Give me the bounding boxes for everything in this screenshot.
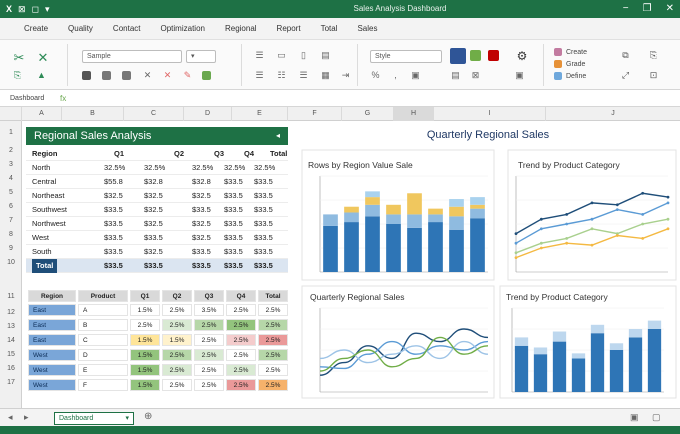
- category-bar-chart-bar: [514, 345, 529, 392]
- trend-chart-point: [539, 217, 543, 221]
- region-value-chart-bar: [407, 227, 422, 272]
- trend-chart-series-line: [515, 228, 669, 259]
- trend-chart-point: [666, 201, 670, 205]
- quarterly-sales-chart-series-line: [319, 336, 489, 372]
- trend-chart-point: [539, 241, 543, 245]
- region-value-chart-bar: [323, 225, 338, 272]
- trend-chart-point: [641, 237, 645, 240]
- trend-chart-point: [615, 234, 619, 237]
- trend-chart-point: [539, 227, 543, 231]
- trend-chart-point: [615, 203, 619, 207]
- trend-chart-point: [666, 195, 670, 199]
- region-value-chart-bar: [386, 204, 401, 215]
- sheet-tab-label: Dashboard: [59, 415, 94, 422]
- trend-chart-point: [514, 251, 518, 255]
- region-value-chart-bar: [449, 216, 464, 230]
- chart-card-frame: [507, 149, 677, 281]
- region-value-chart-bar: [428, 222, 443, 272]
- region-value-chart-bar: [344, 222, 359, 272]
- region-value-chart-bar: [449, 199, 464, 207]
- spreadsheet-app: X ⊠ ◻ ▾ Sales Analysis Dashboard − ❐ ✕ C…: [0, 0, 680, 434]
- next-sheet-icon[interactable]: ▸: [24, 412, 29, 423]
- category-bar-chart-bar: [590, 324, 605, 334]
- category-bar-chart-bar: [628, 337, 643, 392]
- region-value-chart-bar: [386, 214, 401, 224]
- trend-chart-point: [565, 213, 569, 216]
- category-bar-chart-bar: [609, 343, 624, 350]
- trend-chart-point: [565, 237, 569, 240]
- category-bar-chart-bar: [647, 320, 662, 329]
- category-bar-chart-bar: [590, 333, 605, 392]
- category-bar-chart-bar: [571, 358, 586, 392]
- region-value-chart-bar: [428, 208, 443, 215]
- trend-chart-point: [514, 241, 518, 245]
- trend-chart-point: [514, 256, 518, 259]
- status-bar: [0, 426, 680, 434]
- chevron-down-icon: ▾: [125, 415, 129, 422]
- region-value-chart-bar: [470, 218, 485, 272]
- add-sheet-icon[interactable]: ⊕: [144, 411, 152, 422]
- prev-sheet-icon[interactable]: ◂: [8, 412, 13, 423]
- region-value-chart-bar: [344, 212, 359, 223]
- region-value-chart-bar: [470, 197, 485, 205]
- category-bar-chart-bar: [552, 331, 567, 342]
- region-value-chart-bar: [470, 208, 485, 219]
- region-value-chart-bar: [323, 214, 338, 226]
- trend-chart-point: [641, 213, 645, 216]
- trend-chart-point: [666, 217, 670, 221]
- region-value-chart-bar: [386, 224, 401, 272]
- trend-chart-point: [590, 201, 594, 205]
- region-value-chart-bar: [365, 197, 380, 205]
- region-value-chart-bar: [449, 206, 464, 217]
- sheet-tab-dashboard[interactable]: Dashboard ▾: [54, 412, 134, 425]
- category-bar-chart-bar: [533, 354, 548, 392]
- trend-chart-point: [539, 246, 543, 250]
- trend-chart-point: [565, 241, 569, 245]
- region-value-chart-bar: [407, 214, 422, 228]
- category-bar-chart-bar: [628, 329, 643, 338]
- trend-chart-point: [666, 227, 670, 231]
- region-value-chart-bar: [428, 214, 443, 223]
- region-value-chart-bar: [407, 193, 422, 215]
- category-bar-chart-bar: [533, 347, 548, 355]
- trend-chart-point: [565, 222, 569, 226]
- dashboard-charts: [301, 149, 677, 399]
- category-bar-chart-bar: [552, 341, 567, 392]
- trend-chart-point: [590, 227, 594, 231]
- trend-chart-point: [514, 232, 518, 236]
- trend-chart-point: [590, 243, 594, 247]
- region-value-chart-bar: [470, 204, 485, 209]
- category-bar-chart-bar: [609, 350, 624, 392]
- trend-chart-point: [590, 217, 594, 221]
- view-normal-icon[interactable]: ▣: [630, 412, 639, 423]
- region-value-chart-bar: [344, 206, 359, 213]
- category-bar-chart-bar: [647, 329, 662, 392]
- region-value-chart-bar: [365, 204, 380, 217]
- trend-chart-point: [615, 208, 619, 212]
- trend-chart-point: [641, 222, 645, 226]
- category-bar-chart-bar: [514, 337, 529, 346]
- region-value-chart-bar: [449, 229, 464, 272]
- category-bar-chart-bar: [571, 353, 586, 359]
- region-value-chart-bar: [365, 216, 380, 272]
- trend-chart-point: [641, 191, 645, 195]
- view-page-icon[interactable]: ▢: [652, 412, 661, 423]
- region-value-chart-bar: [365, 191, 380, 198]
- sheet-bar: ◂ ▸ Dashboard ▾ ⊕ ▣ ▢: [0, 408, 680, 426]
